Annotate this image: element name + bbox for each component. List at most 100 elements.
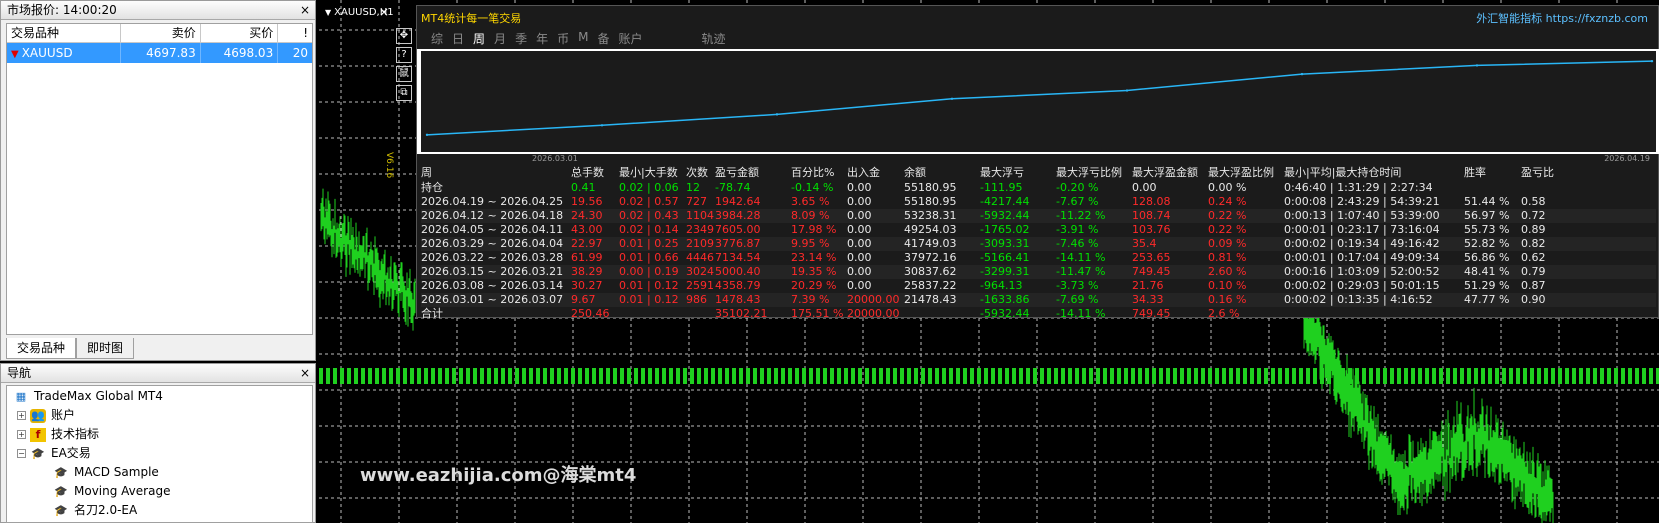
ea-item-label: 名刀2.0-EA bbox=[74, 503, 138, 517]
chart-close-button[interactable]: × bbox=[379, 5, 389, 19]
stats-header-row: 周 总手数 最小|大手数 次数 盈亏金额 百分比% 出入金 余额 最大浮亏 最大浮亏比例 最大浮盈金… bbox=[421, 166, 1656, 181]
stats-cell: 0:00:01 | 0:17:04 | 49:09:34 bbox=[1284, 251, 1440, 264]
tab-tick-chart[interactable]: 即时图 bbox=[76, 338, 135, 359]
stats-cell: 21.76 bbox=[1132, 279, 1164, 292]
stats-cell: 0.90 bbox=[1521, 293, 1546, 306]
terminal-icon: ▦ bbox=[15, 389, 27, 403]
stats-total-row: 合计 250.46 35102.21 175.51 % 20000.00 -5932.44… bbox=[421, 307, 1656, 321]
tree-item-root[interactable]: ▦ TradeMax Global MT4 bbox=[13, 387, 163, 406]
stats-cell: -3299.31 bbox=[980, 265, 1030, 278]
equity-point bbox=[950, 97, 954, 100]
chart-window[interactable]: ▼ XAUUSD,H1 × ✥ ? 鼠 ⧉ V6.16 www.eazhijia.… bbox=[319, 0, 1659, 523]
stats-cell: 4358.79 bbox=[715, 279, 761, 292]
tab-symbols[interactable]: 交易品种 bbox=[6, 338, 77, 359]
stats-cell: 2.6 % bbox=[1208, 307, 1240, 320]
tree-item-ea-label: EA交易 bbox=[51, 446, 91, 460]
tree-item-ea[interactable]: − 🎓 EA交易 bbox=[17, 444, 91, 463]
stats-cell: 35102.21 bbox=[715, 307, 768, 320]
market-watch-close-button[interactable]: × bbox=[300, 1, 310, 19]
stats-cell: 20.29 % bbox=[791, 279, 837, 292]
stats-tab[interactable]: 日 bbox=[452, 30, 464, 47]
tree-item-ea-macd[interactable]: 🎓 MACD Sample bbox=[53, 463, 159, 482]
stats-cell: 34.33 bbox=[1132, 293, 1164, 306]
window-icon[interactable]: ⧉ bbox=[396, 85, 412, 101]
stats-cell: 2026.03.29 ~ 2026.04.04 bbox=[421, 237, 564, 250]
stats-cell: 2349 bbox=[686, 223, 714, 236]
stats-tab[interactable]: 账户 bbox=[618, 30, 642, 47]
stats-cell: 175.51 % bbox=[791, 307, 844, 320]
stats-cell: 0.00 bbox=[847, 279, 872, 292]
col-symbol[interactable]: 交易品种 bbox=[7, 24, 122, 42]
stats-cell: -7.67 % bbox=[1056, 195, 1099, 208]
stats-tab[interactable]: 年 bbox=[536, 30, 548, 47]
stats-cell: 周 bbox=[421, 166, 432, 179]
stats-tab[interactable]: 月 bbox=[494, 30, 506, 47]
stats-cell: 0.01 | 0.12 bbox=[619, 293, 679, 306]
stats-cell: 0.00 bbox=[847, 251, 872, 264]
stats-tab[interactable]: 备 bbox=[597, 30, 609, 47]
stats-cell: 3.65 % bbox=[791, 195, 830, 208]
stats-cell: 0:00:13 | 1:07:40 | 53:39:00 bbox=[1284, 209, 1440, 222]
stats-cell: 0.00 bbox=[847, 195, 872, 208]
symbol-row-xauusd[interactable]: ▼ XAUUSD 4697.83 4698.03 20 bbox=[7, 43, 312, 63]
stats-cell: 19.56 bbox=[571, 195, 603, 208]
stats-cell: 2.60 % bbox=[1208, 265, 1247, 278]
collapse-icon[interactable]: − bbox=[17, 449, 26, 458]
market-watch-panel: 市场报价: 14:00:20 × 交易品种 卖价 买价 ! ▼ XAUUSD 46… bbox=[0, 0, 316, 361]
stats-cell: 7134.54 bbox=[715, 251, 761, 264]
stats-cell: 0.22 % bbox=[1208, 209, 1247, 222]
stats-cell: 0.62 bbox=[1521, 251, 1546, 264]
stats-cell: 5000.40 bbox=[715, 265, 761, 278]
stats-cell: 0.02 | 0.43 bbox=[619, 209, 679, 222]
stats-tab[interactable]: M bbox=[578, 30, 588, 47]
tree-item-ea-moving-average[interactable]: 🎓 Moving Average bbox=[53, 482, 170, 501]
col-spread[interactable]: ! bbox=[278, 24, 312, 42]
stats-cell: 20000.00 bbox=[847, 307, 900, 320]
stats-cell: -1633.86 bbox=[980, 293, 1030, 306]
stats-cell: 2109 bbox=[686, 237, 714, 250]
stats-cell: 最小|平均|最大持仓时间 bbox=[1284, 166, 1402, 179]
col-ask[interactable]: 买价 bbox=[201, 24, 279, 42]
stats-tab[interactable]: 季 bbox=[515, 30, 527, 47]
stats-cell bbox=[904, 307, 980, 321]
stats-cell: -111.95 bbox=[980, 181, 1023, 194]
stats-brand[interactable]: 外汇智能指标 https://fxznzb.com bbox=[1476, 10, 1648, 26]
stats-cell: 0.41 bbox=[571, 181, 596, 194]
expand-icon[interactable]: + bbox=[17, 430, 26, 439]
stats-cell: 9.95 % bbox=[791, 237, 830, 250]
stats-cell: 0.00 bbox=[847, 223, 872, 236]
stats-cell: 0.22 % bbox=[1208, 223, 1247, 236]
stats-cell bbox=[1464, 307, 1521, 321]
stats-title: MT4统计每一笔交易 bbox=[421, 12, 522, 25]
stats-cell: 56.97 % bbox=[1464, 209, 1510, 222]
navigator-title-text: 导航 bbox=[7, 366, 32, 380]
col-bid[interactable]: 卖价 bbox=[121, 24, 201, 42]
help-icon[interactable]: ? bbox=[396, 47, 412, 63]
stats-cell: 55.73 % bbox=[1464, 223, 1510, 236]
navigator-close-button[interactable]: × bbox=[300, 364, 310, 382]
stats-cell: -78.74 bbox=[715, 181, 751, 194]
mouse-icon[interactable]: 鼠 bbox=[396, 66, 412, 82]
stats-cell: 25837.22 bbox=[904, 279, 957, 292]
move-icon[interactable]: ✥ bbox=[396, 28, 412, 44]
tree-item-ea-mingdao[interactable]: 🎓 名刀2.0-EA bbox=[53, 501, 137, 520]
stats-tab[interactable]: 币 bbox=[557, 30, 569, 47]
stats-cell: 2026.04.19 ~ 2026.04.25 bbox=[421, 195, 564, 208]
stats-cell: 2026.03.08 ~ 2026.03.14 bbox=[421, 279, 564, 292]
stats-cell: 0.00 % bbox=[1208, 181, 1247, 194]
stats-cell: 61.99 bbox=[571, 251, 603, 264]
tree-item-account[interactable]: + 👥 账户 bbox=[17, 406, 75, 425]
market-watch-header: 交易品种 卖价 买价 ! bbox=[7, 24, 312, 43]
stats-cell: -5166.41 bbox=[980, 251, 1030, 264]
expert-advisor-icon: 🎓 bbox=[54, 503, 68, 517]
stats-tab-track[interactable]: 轨迹 bbox=[702, 30, 726, 47]
stats-cell: 55180.95 bbox=[904, 181, 957, 194]
expand-icon[interactable]: + bbox=[17, 411, 26, 420]
stats-cell: 0.89 bbox=[1521, 223, 1546, 236]
stats-cell: 49254.03 bbox=[904, 223, 957, 236]
stats-tab[interactable]: 综 bbox=[431, 30, 443, 47]
stats-cell: 20000.00 bbox=[847, 293, 900, 306]
stats-tab[interactable]: 周 bbox=[473, 30, 485, 47]
symbol-name: XAUUSD bbox=[21, 46, 73, 60]
tree-item-indicators[interactable]: + f 技术指标 bbox=[17, 425, 99, 444]
